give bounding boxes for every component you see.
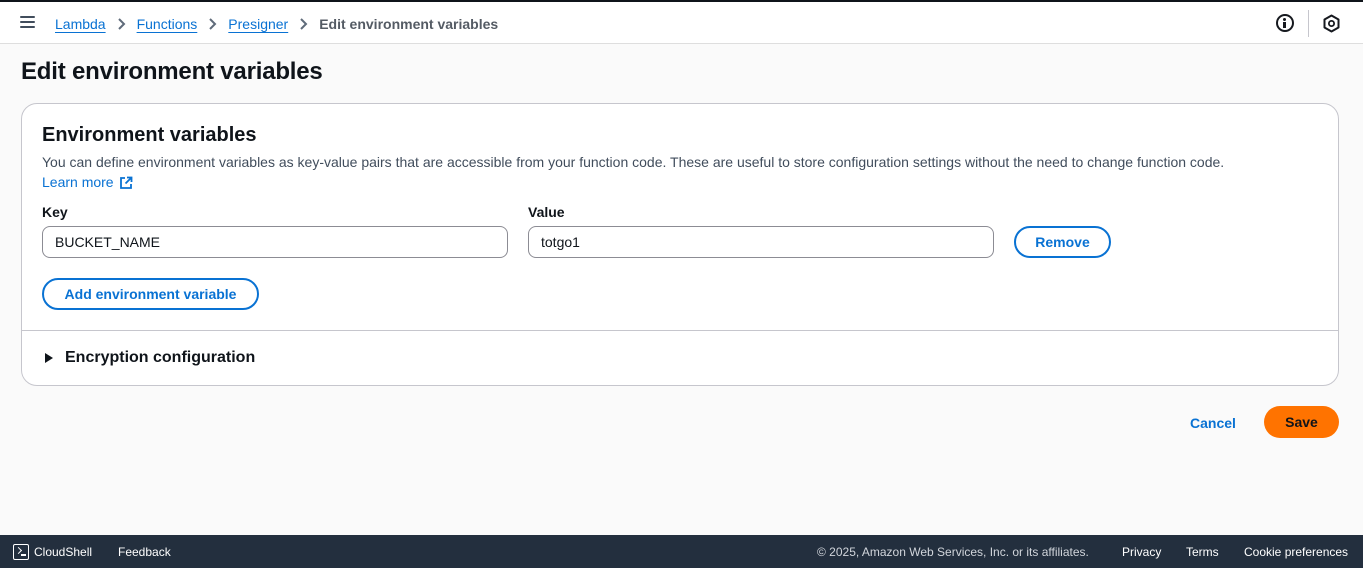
external-link-icon: [119, 175, 133, 189]
caret-right-icon: [45, 353, 53, 363]
panel-divider: [22, 330, 1338, 331]
breadcrumb-lambda[interactable]: Lambda: [55, 16, 106, 32]
environment-variables-panel: Environment variables You can define env…: [21, 103, 1339, 386]
hexagon-icon[interactable]: [1322, 14, 1341, 33]
breadcrumb: Lambda Functions Presigner Edit environm…: [55, 14, 498, 34]
env-key-input[interactable]: [42, 226, 508, 258]
expander-label: Encryption configuration: [65, 349, 256, 366]
panel-description: You can define environment variables as …: [42, 154, 1225, 170]
remove-button[interactable]: Remove: [1014, 226, 1111, 258]
cookie-preferences-link[interactable]: Cookie preferences: [1244, 545, 1348, 559]
env-value-input[interactable]: [528, 226, 994, 258]
terminal-icon: [13, 544, 29, 560]
footer-bar: CloudShell Feedback © 2025, Amazon Web S…: [0, 535, 1363, 568]
toolbar-divider: [1308, 10, 1309, 37]
info-icon[interactable]: [1276, 14, 1294, 32]
value-column-label: Value: [528, 204, 565, 220]
cloudshell-button[interactable]: CloudShell: [13, 544, 92, 560]
hamburger-menu-icon[interactable]: [16, 13, 40, 33]
terms-link[interactable]: Terms: [1186, 545, 1219, 559]
breadcrumb-functions[interactable]: Functions: [137, 16, 198, 32]
add-environment-variable-button[interactable]: Add environment variable: [42, 278, 259, 310]
encryption-configuration-expander[interactable]: Encryption configuration: [42, 347, 255, 369]
top-navigation: Lambda Functions Presigner Edit environm…: [0, 0, 1363, 44]
breadcrumb-presigner[interactable]: Presigner: [228, 16, 288, 32]
chevron-right-icon: [299, 17, 308, 31]
breadcrumb-current: Edit environment variables: [319, 16, 499, 32]
panel-title: Environment variables: [42, 124, 257, 146]
chevron-right-icon: [117, 17, 126, 31]
cancel-button[interactable]: Cancel: [1176, 407, 1250, 439]
copyright-text: © 2025, Amazon Web Services, Inc. or its…: [817, 545, 1089, 559]
privacy-link[interactable]: Privacy: [1122, 545, 1161, 559]
learn-more-link[interactable]: Learn more: [42, 172, 133, 192]
feedback-link[interactable]: Feedback: [118, 545, 171, 559]
key-column-label: Key: [42, 204, 68, 220]
save-button[interactable]: Save: [1264, 406, 1339, 438]
page-title: Edit environment variables: [21, 58, 323, 85]
chevron-right-icon: [208, 17, 217, 31]
learn-more-label: Learn more: [42, 174, 114, 190]
cloudshell-label: CloudShell: [34, 545, 93, 559]
